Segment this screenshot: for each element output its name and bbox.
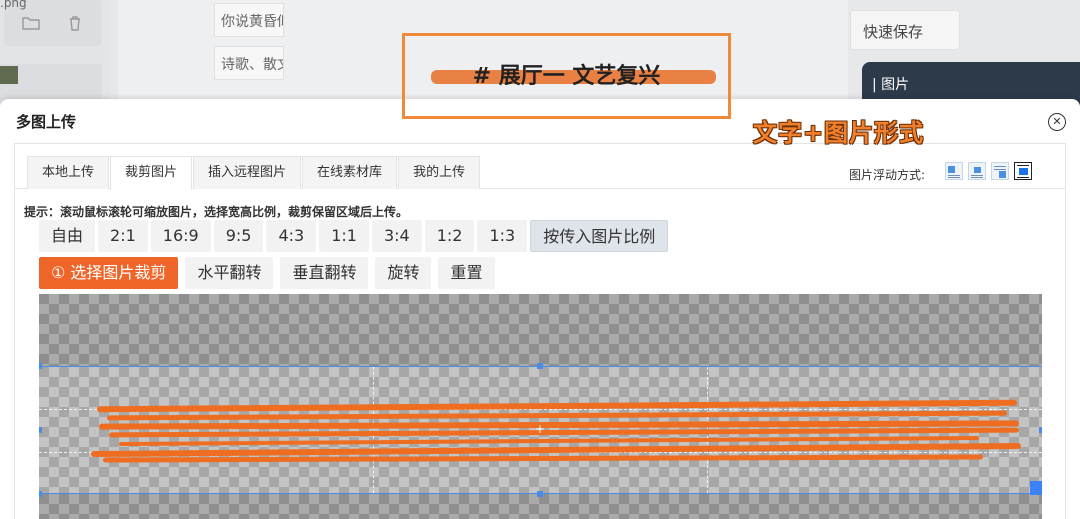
- select-image-crop-button[interactable]: ① 选择图片裁剪: [39, 257, 179, 289]
- dialog-title: 多图上传: [16, 113, 77, 131]
- resize-handle-corner[interactable]: [1030, 481, 1042, 495]
- float-mode-options: [945, 162, 1032, 180]
- ratio-9-5-button[interactable]: 9:5: [213, 220, 264, 252]
- resize-handle[interactable]: [537, 491, 543, 497]
- resize-handle[interactable]: [1039, 427, 1042, 433]
- rotate-button[interactable]: 旋转: [375, 257, 432, 289]
- bg-title: # 展厅一 文艺复兴: [405, 58, 728, 90]
- tab-online-library[interactable]: 在线素材库: [302, 156, 398, 189]
- ratio-2-1-button[interactable]: 2:1: [98, 220, 148, 252]
- ratio-original-button[interactable]: 按传入图片比例: [530, 220, 669, 252]
- ratio-1-1-button[interactable]: 1:1: [319, 220, 369, 252]
- tab-crop-image[interactable]: 裁剪图片: [110, 156, 193, 190]
- resize-handle[interactable]: [39, 491, 42, 497]
- float-center-icon[interactable]: [968, 162, 986, 180]
- bg-text-snippet: 诗歌、散文: [214, 46, 284, 80]
- bg-file-panel: .png: [0, 0, 110, 104]
- ratio-4-3-button[interactable]: 4:3: [266, 220, 317, 252]
- flip-horizontal-button[interactable]: 水平翻转: [185, 257, 274, 289]
- flip-vertical-button[interactable]: 垂直翻转: [280, 257, 369, 289]
- quick-save-button[interactable]: 快速保存: [850, 10, 960, 50]
- resize-handle[interactable]: [537, 363, 543, 369]
- ratio-1-2-button[interactable]: 1:2: [424, 220, 475, 252]
- aspect-ratio-options: 自由 2:1 16:9 9:5 4:3 1:1 3:4 1:2 1:3 按传入图…: [39, 220, 669, 252]
- bg-thumbnail: [0, 66, 18, 84]
- center-crosshair: +: [535, 422, 546, 436]
- float-mode-label: 图片浮动方式:: [849, 168, 926, 182]
- ratio-free-button[interactable]: 自由: [39, 220, 96, 252]
- brush-stroke: [106, 410, 1008, 421]
- tab-remote-image[interactable]: 插入远程图片: [193, 156, 302, 189]
- resize-handle[interactable]: [39, 363, 42, 369]
- highlight-box: # 展厅一 文艺复兴: [402, 33, 731, 119]
- crop-tip: 提示：滚动鼠标滚轮可缩放图片，选择宽高比例，裁剪保留区域后上传。: [24, 205, 409, 219]
- trash-icon[interactable]: [68, 16, 82, 35]
- crop-selection[interactable]: +: [39, 363, 1042, 497]
- close-icon[interactable]: ✕: [1048, 113, 1066, 131]
- bg-title-text: # 展厅一 文艺复兴: [472, 64, 661, 89]
- tab-my-uploads[interactable]: 我的上传: [398, 156, 481, 189]
- folder-icon[interactable]: [22, 16, 40, 34]
- crop-actions: ① 选择图片裁剪 水平翻转 垂直翻转 旋转 重置: [39, 257, 495, 289]
- float-none-icon[interactable]: [1014, 162, 1032, 180]
- bg-text-snippet: 你说黄昏似: [214, 3, 284, 37]
- ratio-3-4-button[interactable]: 3:4: [371, 220, 422, 252]
- float-right-icon[interactable]: [991, 162, 1009, 180]
- reset-button[interactable]: 重置: [438, 257, 495, 289]
- bg-file-label: .png: [0, 0, 27, 10]
- ratio-1-3-button[interactable]: 1:3: [477, 220, 528, 252]
- resize-handle[interactable]: [39, 427, 42, 433]
- tab-local-upload[interactable]: 本地上传: [27, 156, 110, 189]
- float-left-icon[interactable]: [945, 162, 963, 180]
- ratio-16-9-button[interactable]: 16:9: [150, 220, 211, 252]
- annotation-text: 文字+图片形式: [753, 119, 925, 147]
- crop-canvas[interactable]: +: [39, 294, 1042, 519]
- multi-upload-dialog: 多图上传 ✕ 本地上传 裁剪图片 插入远程图片 在线素材库 我的上传 图片浮动方…: [0, 99, 1080, 519]
